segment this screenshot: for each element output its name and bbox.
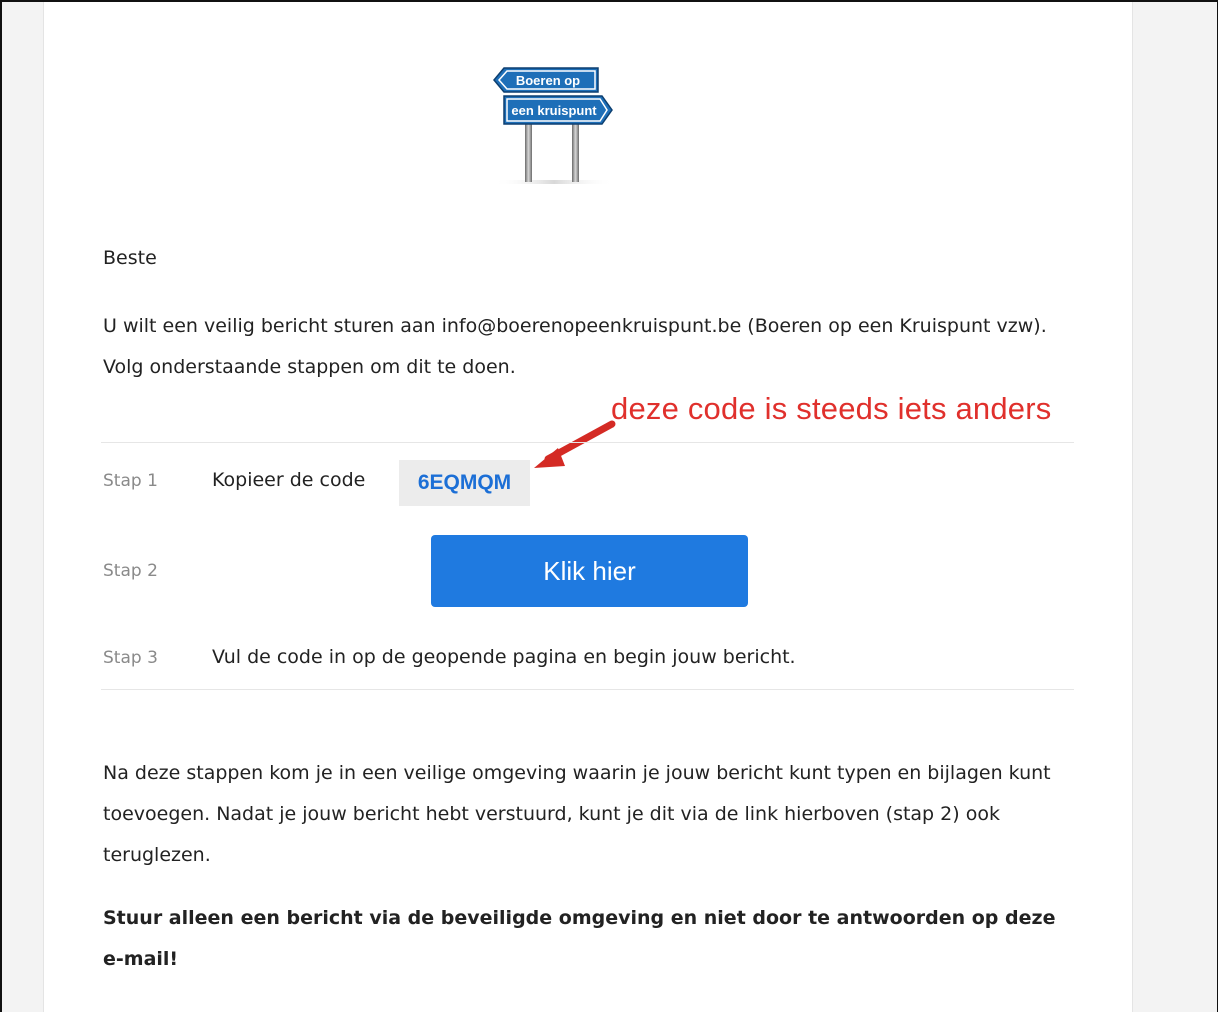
security-code[interactable]: 6EQMQM — [399, 460, 530, 506]
step-2-label: Stap 2 — [103, 561, 158, 581]
divider-top — [101, 442, 1074, 443]
outro-text: Na deze stappen kom je in een veilige om… — [103, 762, 1051, 866]
step-3-text: Vul de code in op de geopende pagina en … — [212, 646, 796, 668]
intro-text: U wilt een veilig bericht sturen aan inf… — [103, 315, 1047, 378]
left-margin — [2, 2, 44, 1012]
step-3-label: Stap 3 — [103, 648, 158, 668]
signpost-logo-icon: Boeren op een kruispunt — [493, 67, 614, 184]
greeting: Beste — [103, 247, 157, 269]
logo-line2: een kruispunt — [511, 103, 597, 118]
step-1-label: Stap 1 — [103, 471, 158, 491]
click-here-button[interactable]: Klik hier — [431, 535, 748, 607]
annotation-note: deze code is steeds iets anders — [611, 391, 1052, 426]
divider-bottom — [101, 689, 1074, 690]
annotation-arrow-icon — [534, 420, 616, 468]
warning-text: Stuur alleen een bericht via de beveilig… — [103, 907, 1056, 970]
step-1-text: Kopieer de code — [212, 469, 366, 491]
right-margin — [1132, 2, 1217, 1012]
logo-line1: Boeren op — [516, 73, 580, 88]
